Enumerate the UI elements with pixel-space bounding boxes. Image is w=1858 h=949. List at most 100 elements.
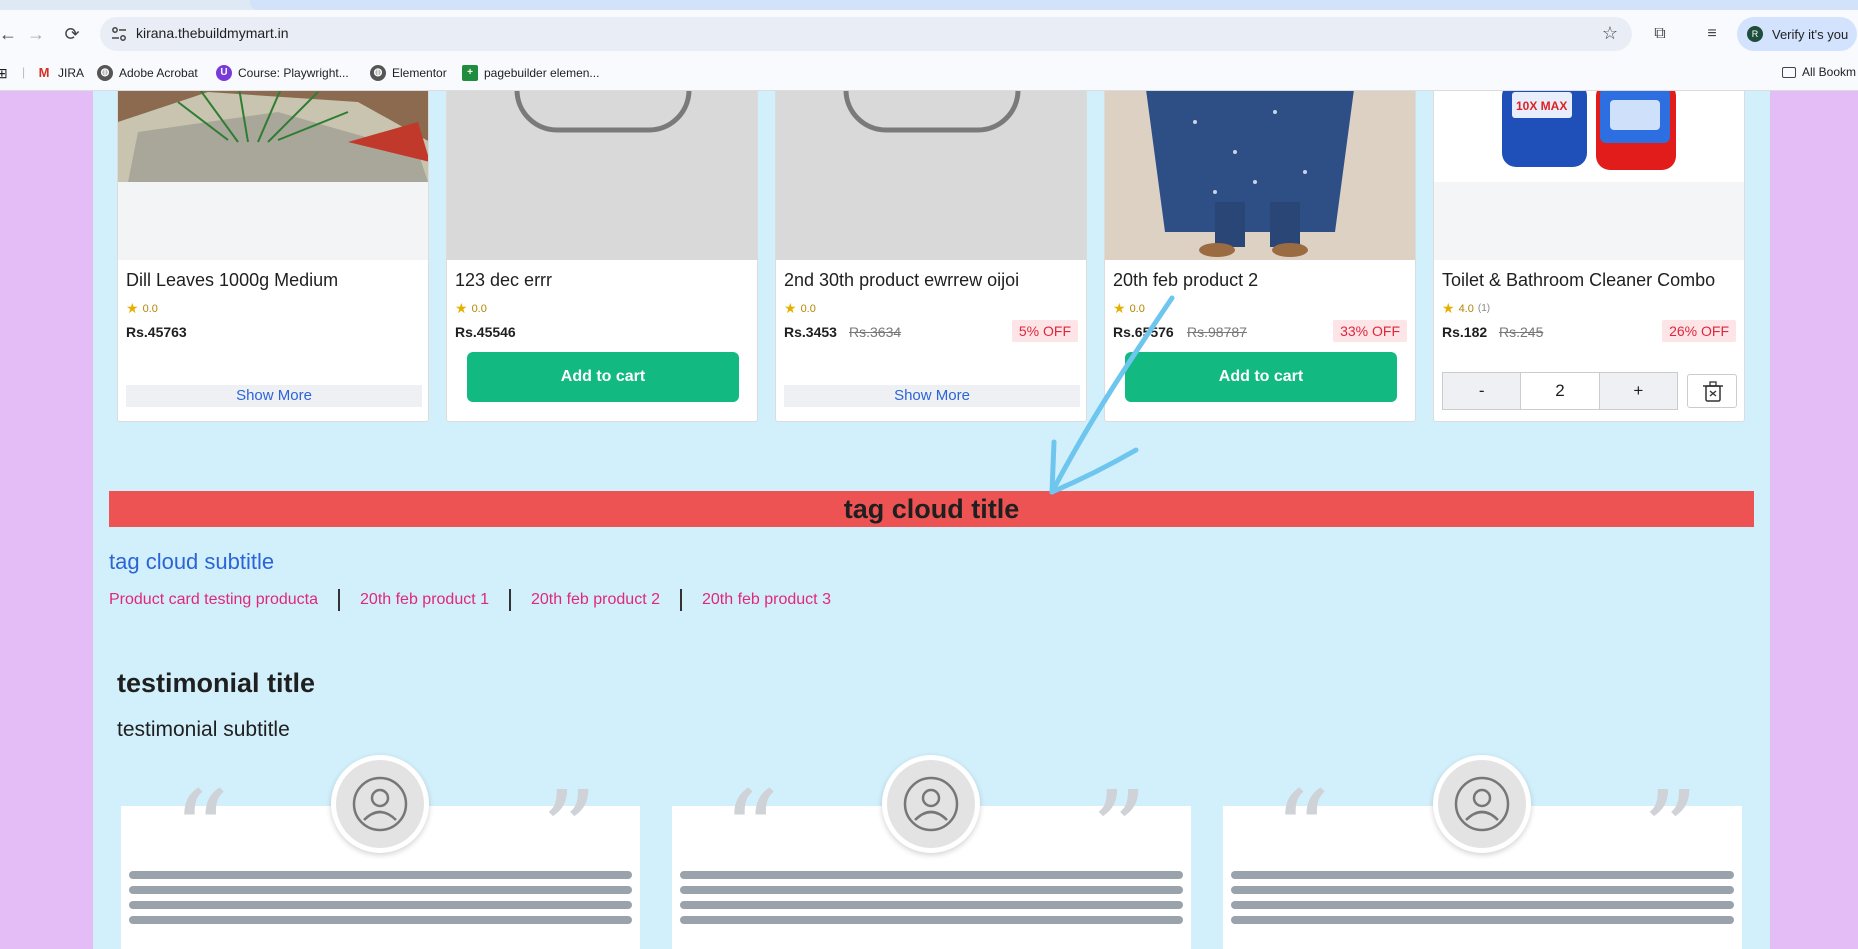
product-name[interactable]: 123 dec errr — [455, 270, 552, 291]
product-rating: ★ 0.0 — [455, 300, 487, 316]
product-name[interactable]: Toilet & Bathroom Cleaner Combo — [1442, 270, 1715, 291]
address-bar[interactable]: kirana.thebuildmymart.in ☆ — [100, 17, 1632, 51]
page-content: Dill Leaves 1000g Medium ★ 0.0 Rs.45763 S… — [93, 91, 1770, 949]
product-price: Rs.65576 — [1113, 324, 1174, 340]
star-icon: ★ — [126, 300, 139, 316]
product-rating: ★ 4.0 (1) — [1442, 300, 1491, 316]
tag-link[interactable]: 20th feb product 1 — [360, 591, 489, 609]
apps-icon[interactable]: ⊞ — [0, 65, 8, 82]
product-mrp: Rs.3634 — [849, 324, 902, 340]
globe-icon: ◍ — [370, 65, 386, 81]
open-quote-icon: “ — [173, 767, 230, 895]
globe-icon: ◍ — [97, 65, 113, 81]
discount-badge: 5% OFF — [1011, 320, 1078, 342]
text-placeholder-line — [680, 901, 1183, 909]
testimonial-avatar — [882, 755, 980, 853]
product-price: Rs.45763 — [126, 324, 187, 340]
product-price: Rs.182 — [1442, 324, 1488, 340]
star-icon: ★ — [455, 300, 468, 316]
bookmark-pagebuilder[interactable]: + pagebuilder elemen... — [462, 65, 599, 81]
product-image[interactable] — [1105, 91, 1415, 260]
profile-avatar: R — [1747, 26, 1763, 42]
tag-cloud-subtitle: tag cloud subtitle — [109, 549, 275, 574]
product-card[interactable]: 10X MAX Toilet & Bathroom Cleaner Combo … — [1433, 91, 1745, 422]
product-image-placeholder[interactable] — [776, 91, 1086, 260]
tag-link[interactable]: 20th feb product 3 — [702, 591, 831, 609]
testimonial-title: testimonial title — [117, 668, 316, 698]
tag-separator — [509, 589, 511, 611]
product-mrp: Rs.245 — [1499, 324, 1544, 340]
product-price: Rs.45546 — [455, 324, 516, 340]
tag-separator — [679, 589, 682, 611]
forward-icon[interactable]: → — [22, 20, 50, 48]
product-card[interactable]: 2nd 30th product ewrrew oijoi ★ 0.0 Rs.34… — [775, 91, 1087, 422]
course-icon: U — [216, 65, 232, 81]
bookmark-star-icon[interactable]: ☆ — [1602, 23, 1618, 44]
product-card[interactable]: 123 dec errr ★ 0.0 Rs.45546 Add to cart — [446, 91, 758, 422]
product-price: Rs.3453 — [784, 324, 837, 340]
site-settings-icon[interactable] — [110, 25, 128, 43]
quantity-decrease-button[interactable]: - — [1443, 373, 1521, 409]
testimonial-avatar — [1433, 755, 1531, 853]
product-card[interactable]: 20th feb product 2 ★ 0.0 Rs.65576 Rs.9878… — [1104, 91, 1416, 422]
tab-strip — [0, 0, 1858, 10]
remove-from-cart-button[interactable] — [1687, 374, 1737, 408]
product-image[interactable]: 10X MAX — [1434, 91, 1744, 260]
media-queue-icon[interactable]: ≡ — [1698, 20, 1726, 48]
text-placeholder-line — [1231, 901, 1734, 909]
tag-link[interactable]: Product card testing producta — [109, 591, 318, 609]
user-icon — [352, 776, 408, 832]
quantity-value[interactable]: 2 — [1520, 373, 1600, 409]
show-more-button[interactable]: Show More — [784, 385, 1080, 407]
product-rating: ★ 0.0 — [784, 300, 816, 316]
text-placeholder-line — [680, 916, 1183, 924]
star-icon: ★ — [1113, 300, 1126, 316]
reload-icon[interactable]: ⟳ — [58, 20, 86, 48]
text-placeholder-line — [1231, 916, 1734, 924]
user-icon — [903, 776, 959, 832]
verify-profile-button[interactable]: R Verify it's you — [1737, 17, 1857, 51]
show-more-button[interactable]: Show More — [126, 385, 422, 407]
gmail-icon: M — [38, 65, 50, 80]
testimonial-avatar — [331, 755, 429, 853]
product-mrp: Rs.98787 — [1187, 324, 1247, 340]
product-name[interactable]: 20th feb product 2 — [1113, 270, 1258, 291]
bookmark-adobe-acrobat[interactable]: ◍ Adobe Acrobat — [97, 65, 198, 81]
product-card[interactable]: Dill Leaves 1000g Medium ★ 0.0 Rs.45763 S… — [117, 91, 429, 422]
active-tab[interactable] — [250, 0, 1858, 10]
quantity-increase-button[interactable]: + — [1599, 373, 1677, 409]
add-to-cart-button[interactable]: Add to cart — [467, 352, 739, 402]
star-icon: ★ — [1442, 300, 1455, 316]
product-name[interactable]: Dill Leaves 1000g Medium — [126, 270, 338, 291]
extensions-icon[interactable]: ⧉ — [1646, 20, 1674, 48]
open-quote-icon: “ — [1274, 767, 1331, 895]
product-name[interactable]: 2nd 30th product ewrrew oijoi — [784, 270, 1019, 291]
url-text[interactable]: kirana.thebuildmymart.in — [136, 25, 289, 41]
discount-badge: 33% OFF — [1333, 320, 1407, 342]
close-quote-icon: ” — [1091, 767, 1148, 895]
sheets-icon: + — [462, 65, 478, 81]
browser-toolbar: ← → ⟳ kirana.thebuildmymart.in ☆ ⧉ ≡ R V… — [0, 10, 1858, 57]
open-quote-icon: “ — [723, 767, 780, 895]
verify-label: Verify it's you — [1772, 27, 1849, 42]
rating-count: (1) — [1477, 303, 1491, 314]
bookmarks-divider: | — [22, 65, 26, 79]
bookmark-course-playwright[interactable]: U Course: Playwright... — [216, 65, 349, 81]
product-image-placeholder[interactable] — [447, 91, 757, 260]
testimonial-subtitle: testimonial subtitle — [117, 718, 290, 741]
add-to-cart-button[interactable]: Add to cart — [1125, 352, 1397, 402]
trash-icon — [1703, 381, 1723, 402]
star-icon: ★ — [784, 300, 797, 316]
bookmarks-bar: ⊞ | M JIRA ◍ Adobe Acrobat U Course: Playwr… — [0, 57, 1858, 91]
back-icon[interactable]: ← — [0, 20, 22, 48]
tag-link[interactable]: 20th feb product 2 — [531, 591, 660, 609]
product-grid: Dill Leaves 1000g Medium ★ 0.0 Rs.45763 S… — [93, 91, 1770, 422]
product-rating: ★ 0.0 — [1113, 300, 1145, 316]
tag-separator — [338, 589, 341, 611]
bookmark-jira[interactable]: M JIRA — [36, 65, 84, 81]
svg-text:10X MAX: 10X MAX — [1516, 99, 1567, 113]
bookmark-elementor[interactable]: ◍ Elementor — [370, 65, 447, 81]
all-bookmarks[interactable]: All Bookm — [1782, 65, 1856, 79]
product-image[interactable] — [118, 91, 428, 260]
discount-badge: 26% OFF — [1662, 320, 1736, 342]
